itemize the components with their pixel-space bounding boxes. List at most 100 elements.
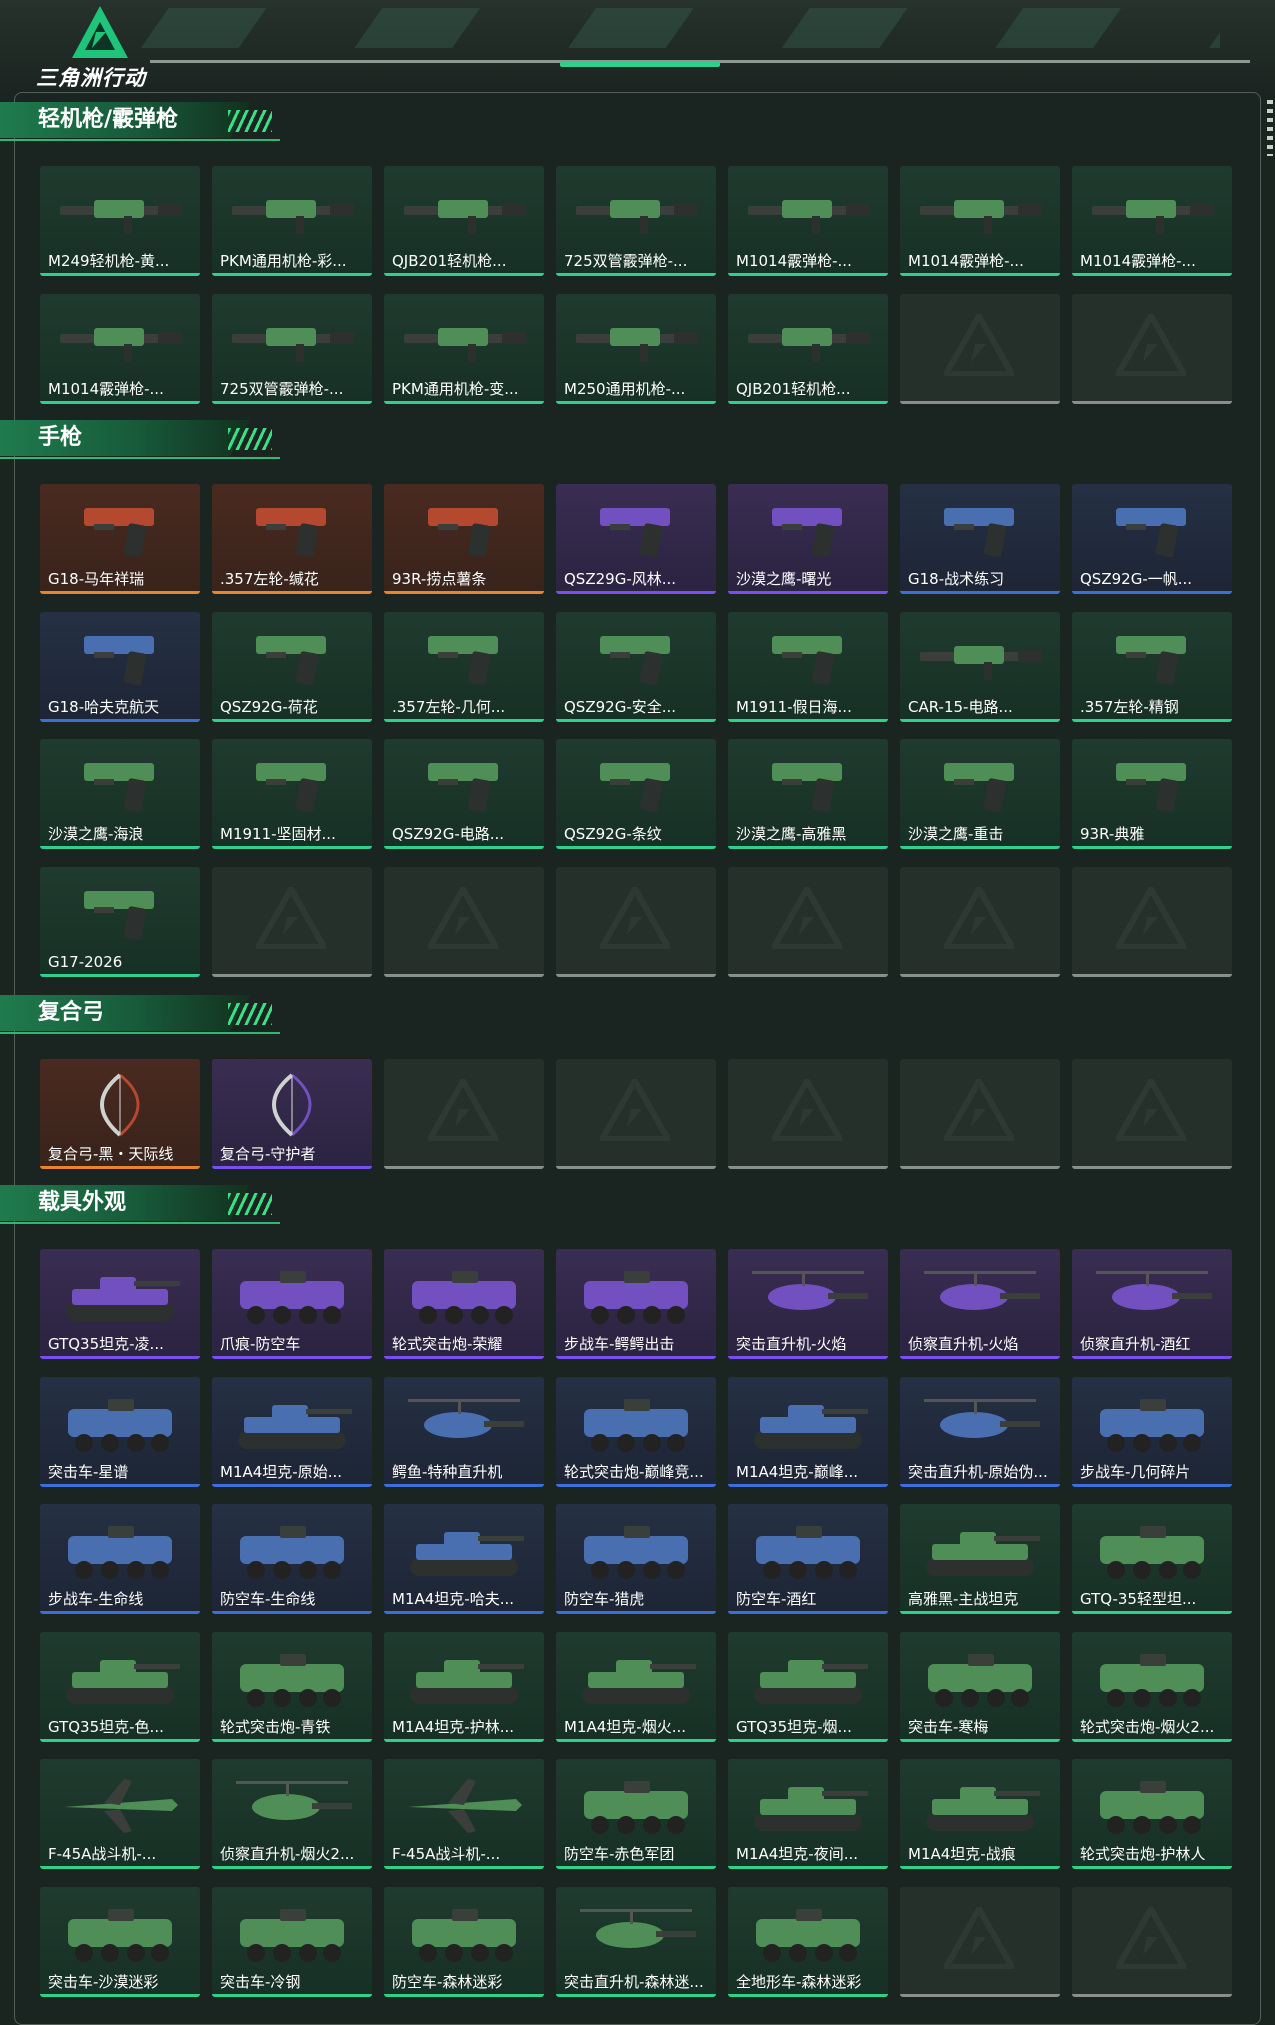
item-name: G18-战术练习 <box>908 570 1005 588</box>
skin-item-card[interactable]: M1A4坦克-夜间... <box>728 1759 888 1869</box>
skin-item-card[interactable]: 突击直升机-原始伪... <box>900 1377 1060 1487</box>
item-name: M249轻机枪-黄... <box>48 252 170 270</box>
skin-item-card[interactable]: 防空车-酒红 <box>728 1504 888 1614</box>
skin-item-card[interactable]: M1A4坦克-哈夫... <box>384 1504 544 1614</box>
skin-item-card[interactable]: 鳄鱼-特种直升机 <box>384 1377 544 1487</box>
skin-item-card[interactable]: GTQ-35轻型坦... <box>1072 1504 1232 1614</box>
skin-item-card[interactable]: 沙漠之鹰-海浪 <box>40 739 200 849</box>
skin-item-card[interactable]: 侦察直升机-火焰 <box>900 1249 1060 1359</box>
item-name: M1A4坦克-烟火... <box>564 1718 687 1736</box>
skin-item-card[interactable]: 轮式突击炮-荣耀 <box>384 1249 544 1359</box>
skin-item-card[interactable]: M1911-坚固材... <box>212 739 372 849</box>
skin-item-card[interactable]: 沙漠之鹰-重击 <box>900 739 1060 849</box>
skin-item-card[interactable]: QSZ92G-荷花 <box>212 612 372 722</box>
skin-item-card[interactable]: 突击直升机-火焰 <box>728 1249 888 1359</box>
item-name: 轮式突击炮-烟火2... <box>1080 1718 1215 1736</box>
skin-item-card[interactable]: G18-战术练习 <box>900 484 1060 594</box>
skin-item-card[interactable]: 93R-典雅 <box>1072 739 1232 849</box>
skin-item-card[interactable]: 突击车-沙漠迷彩 <box>40 1887 200 1997</box>
slot-underline <box>728 1166 888 1169</box>
skin-item-card[interactable]: GTQ35坦克-烟... <box>728 1632 888 1742</box>
skin-item-card[interactable]: 沙漠之鹰-曙光 <box>728 484 888 594</box>
skin-item-card[interactable]: .357左轮-精钢 <box>1072 612 1232 722</box>
skin-item-card[interactable]: G18-马年祥瑞 <box>40 484 200 594</box>
skin-item-card[interactable]: QJB201轻机枪... <box>728 294 888 404</box>
skin-item-card[interactable]: 高雅黑-主战坦克 <box>900 1504 1060 1614</box>
item-name: QSZ92G-安全... <box>564 698 677 716</box>
skin-item-card[interactable]: M1014霰弹枪-... <box>1072 166 1232 276</box>
skin-item-card[interactable]: 突击车-冷钢 <box>212 1887 372 1997</box>
skin-item-card[interactable]: PKM通用机枪-变... <box>384 294 544 404</box>
skin-item-card[interactable]: QSZ92G-电路... <box>384 739 544 849</box>
skin-item-card[interactable]: 侦察直升机-烟火2... <box>212 1759 372 1869</box>
skin-item-card[interactable]: 侦察直升机-酒红 <box>1072 1249 1232 1359</box>
skin-item-card[interactable]: G18-哈夫克航天 <box>40 612 200 722</box>
rarity-bar <box>40 846 200 849</box>
skin-item-card[interactable]: 防空车-生命线 <box>212 1504 372 1614</box>
skin-item-card[interactable]: 突击车-星谱 <box>40 1377 200 1487</box>
skin-item-card[interactable]: M1A4坦克-原始... <box>212 1377 372 1487</box>
skin-item-card[interactable]: 防空车-森林迷彩 <box>384 1887 544 1997</box>
item-name: 突击车-星谱 <box>48 1463 129 1481</box>
skin-item-card[interactable]: GTQ35坦克-色... <box>40 1632 200 1742</box>
item-name: PKM通用机枪-变... <box>392 380 519 398</box>
skin-item-card[interactable]: QSZ92G-安全... <box>556 612 716 722</box>
delta-placeholder-icon <box>944 887 1014 949</box>
skin-item-card[interactable]: PKM通用机枪-彩... <box>212 166 372 276</box>
skin-item-card[interactable]: 复合弓-守护者 <box>212 1059 372 1169</box>
skin-item-card[interactable]: QSZ92G-一帆... <box>1072 484 1232 594</box>
skin-item-card[interactable]: 突击直升机-森林迷... <box>556 1887 716 1997</box>
skin-item-card[interactable]: QSZ92G-条纹 <box>556 739 716 849</box>
slot-underline <box>1072 1166 1232 1169</box>
skin-item-card[interactable]: 725双管霰弹枪-... <box>212 294 372 404</box>
skin-item-card[interactable]: 爪痕-防空车 <box>212 1249 372 1359</box>
skin-item-card[interactable]: F-45A战斗机-... <box>384 1759 544 1869</box>
skin-item-card[interactable]: 突击车-寒梅 <box>900 1632 1060 1742</box>
skin-item-card[interactable]: M250通用机枪-... <box>556 294 716 404</box>
skin-item-card[interactable]: M1A4坦克-巅峰... <box>728 1377 888 1487</box>
skin-item-card[interactable]: 防空车-猎虎 <box>556 1504 716 1614</box>
delta-placeholder-icon <box>1116 314 1186 376</box>
skin-item-card[interactable]: QJB201轻机枪... <box>384 166 544 276</box>
skin-item-card[interactable]: G17-2026 <box>40 867 200 977</box>
delta-placeholder-icon <box>944 1907 1014 1969</box>
skin-item-card[interactable]: 防空车-赤色军团 <box>556 1759 716 1869</box>
rarity-bar <box>900 846 1060 849</box>
skin-item-card[interactable]: 全地形车-森林迷彩 <box>728 1887 888 1997</box>
skin-item-card[interactable]: GTQ35坦克-凌... <box>40 1249 200 1359</box>
skin-item-card[interactable]: 步战车-几何碎片 <box>1072 1377 1232 1487</box>
skin-item-card[interactable]: M1A4坦克-战痕 <box>900 1759 1060 1869</box>
empty-slot <box>1072 1059 1232 1169</box>
rarity-bar <box>900 591 1060 594</box>
skin-item-card[interactable]: QSZ29G-风林... <box>556 484 716 594</box>
skin-item-card[interactable]: .357左轮-缄花 <box>212 484 372 594</box>
skin-item-card[interactable]: M1A4坦克-烟火... <box>556 1632 716 1742</box>
skin-item-card[interactable]: M1014霰弹枪-... <box>728 166 888 276</box>
skin-item-card[interactable]: 步战车-鳄鳄出击 <box>556 1249 716 1359</box>
skin-item-card[interactable]: 725双管霰弹枪-... <box>556 166 716 276</box>
skin-item-card[interactable]: 93R-捞点薯条 <box>384 484 544 594</box>
skin-item-card[interactable]: M1014霰弹枪-... <box>40 294 200 404</box>
skin-item-card[interactable]: 轮式突击炮-烟火2... <box>1072 1632 1232 1742</box>
scrollbar-handle[interactable] <box>1267 100 1273 156</box>
skin-item-card[interactable]: CAR-15-电路... <box>900 612 1060 722</box>
skin-item-card[interactable]: 轮式突击炮-青铁 <box>212 1632 372 1742</box>
skin-item-card[interactable]: .357左轮-几何... <box>384 612 544 722</box>
item-name: M1014霰弹枪-... <box>48 380 164 398</box>
rarity-bar <box>212 1739 372 1742</box>
skin-item-card[interactable]: M249轻机枪-黄... <box>40 166 200 276</box>
skin-item-card[interactable]: 复合弓-黑・天际线 <box>40 1059 200 1169</box>
rarity-bar <box>212 273 372 276</box>
category-underline <box>0 1222 280 1224</box>
rarity-bar <box>900 1866 1060 1869</box>
skin-item-card[interactable]: M1014霰弹枪-... <box>900 166 1060 276</box>
skin-item-card[interactable]: 沙漠之鹰-高雅黑 <box>728 739 888 849</box>
skin-item-card[interactable]: 轮式突击炮-护林人 <box>1072 1759 1232 1869</box>
skin-item-card[interactable]: M1911-假日海... <box>728 612 888 722</box>
skin-item-card[interactable]: F-45A战斗机-... <box>40 1759 200 1869</box>
item-name: M1911-假日海... <box>736 698 852 716</box>
skin-item-card[interactable]: M1A4坦克-护林... <box>384 1632 544 1742</box>
skin-item-card[interactable]: 步战车-生命线 <box>40 1504 200 1614</box>
item-name: GTQ35坦克-色... <box>48 1718 164 1736</box>
skin-item-card[interactable]: 轮式突击炮-巅峰竞... <box>556 1377 716 1487</box>
